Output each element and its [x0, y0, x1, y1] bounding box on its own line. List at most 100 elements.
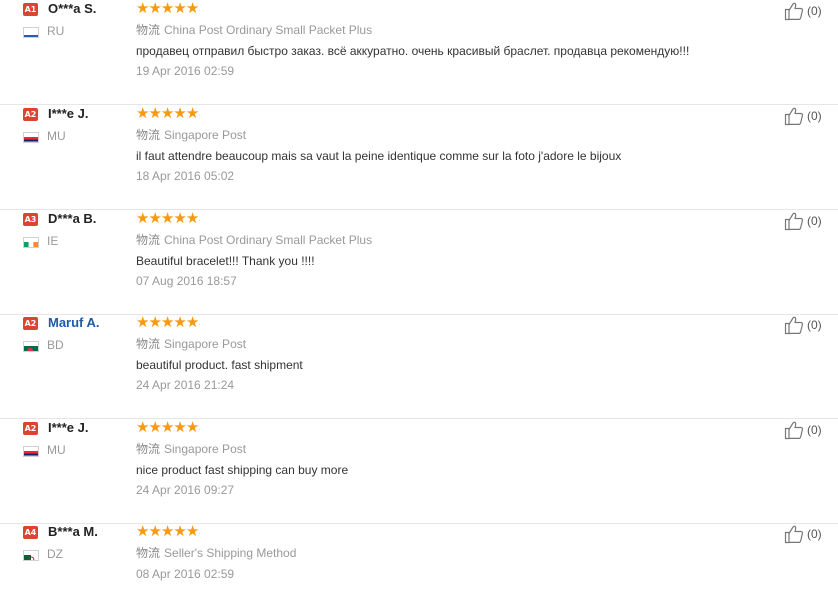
star-icon: ★ [173, 0, 186, 17]
star-icon: ★ [136, 314, 149, 331]
star-icon: ★ [136, 210, 149, 227]
logistics-icon: 物流 [136, 442, 161, 456]
star-icon: ★ [185, 419, 199, 436]
buyer-level-badge: A2 [23, 317, 38, 330]
shipping-method-label: China Post Ordinary Small Packet Plus [164, 23, 373, 37]
shipping-method-label: Singapore Post [164, 128, 247, 142]
country-code: MU [47, 443, 66, 457]
shipping-method: 物流 Seller's Shipping Method [136, 544, 296, 561]
star-icon: ★ [173, 314, 186, 331]
country-code: IE [47, 234, 59, 248]
mu-flag-icon [23, 132, 39, 143]
shipping-method: 物流 China Post Ordinary Small Packet Plus [136, 21, 372, 38]
star-icon: ★ [148, 105, 161, 122]
helpful-button[interactable]: (0) [784, 1, 832, 23]
helpful-button[interactable]: (0) [784, 106, 832, 128]
star-icon: ★ [148, 210, 161, 227]
country-code: RU [47, 24, 65, 38]
star-icon: ★ [185, 210, 199, 227]
star-icon: ★ [148, 419, 161, 436]
dz-flag-icon [23, 550, 39, 561]
helpful-count: (0) [807, 318, 822, 332]
helpful-count: (0) [807, 214, 822, 228]
review-text: nice product fast shipping can buy more [136, 463, 349, 477]
star-icon: ★ [185, 523, 199, 540]
buyer-level-badge: A4 [23, 526, 38, 539]
feedback-list: A1 O***a S. RU ★★★★★· 物流 China Post Ordin… [0, 0, 838, 599]
buyer-name: I***e J. [48, 420, 89, 435]
star-rating: ★★★★★· [136, 210, 202, 227]
star-icon: ★ [173, 210, 186, 227]
review-date: 18 Apr 2016 05:02 [136, 169, 235, 183]
buyer-name: O***a S. [48, 1, 97, 16]
logistics-icon: 物流 [136, 546, 161, 560]
star-icon: ★ [148, 314, 161, 331]
review-date: 08 Apr 2016 02:59 [136, 567, 235, 581]
logistics-icon: 物流 [136, 128, 161, 142]
star-rating: ★★★★★· [136, 105, 202, 122]
buyer-level-badge: A2 [23, 422, 38, 435]
helpful-button[interactable]: (0) [784, 420, 832, 442]
star-icon: ★ [160, 105, 174, 122]
review-date: 24 Apr 2016 21:24 [136, 378, 235, 392]
country-code: DZ [47, 547, 63, 561]
buyer-level-badge: A2 [23, 108, 38, 121]
shipping-method: 物流 Singapore Post [136, 440, 246, 457]
star-icon: ★ [173, 523, 186, 540]
review-date: 07 Aug 2016 18:57 [136, 274, 237, 288]
shipping-method-label: Singapore Post [164, 442, 247, 456]
star-rating: ★★★★★· [136, 314, 202, 331]
helpful-button[interactable]: (0) [784, 315, 832, 337]
buyer-level-badge: A1 [23, 3, 38, 16]
star-icon: ★ [136, 523, 149, 540]
star-icon: ★ [160, 0, 174, 17]
star-icon: ★ [148, 0, 161, 17]
star-icon: ★ [136, 419, 149, 436]
star-icon: ★ [160, 523, 174, 540]
review-text: beautiful product. fast shipment [136, 358, 303, 372]
shipping-method: 物流 Singapore Post [136, 335, 246, 352]
helpful-count: (0) [807, 4, 822, 18]
review-date: 19 Apr 2016 02:59 [136, 64, 235, 78]
review-item: A2 I***e J. MU ★★★★★· 物流 Singapore Post i… [0, 105, 838, 210]
helpful-count: (0) [807, 423, 822, 437]
star-icon: ★ [185, 314, 199, 331]
review-item: A4 B***a M. DZ ★★★★★· 物流 Seller's Shippin… [0, 523, 838, 599]
buyer-name: D***a B. [48, 211, 97, 226]
buyer-name: B***a M. [48, 524, 98, 539]
helpful-button[interactable]: (0) [784, 524, 832, 546]
star-rating: ★★★★★· [136, 419, 202, 436]
star-icon: ★ [160, 419, 174, 436]
review-text: продавец отправил быстро заказ. всё акку… [136, 44, 690, 58]
logistics-icon: 物流 [136, 23, 161, 37]
shipping-method: 物流 Singapore Post [136, 126, 246, 143]
review-item: A1 O***a S. RU ★★★★★· 物流 China Post Ordin… [0, 0, 838, 105]
review-text: Beautiful bracelet!!! Thank you !!!! [136, 254, 315, 268]
star-icon: ★ [160, 210, 174, 227]
review-date: 24 Apr 2016 09:27 [136, 483, 235, 497]
star-icon: ★ [185, 0, 199, 17]
shipping-method-label: Seller's Shipping Method [164, 546, 297, 560]
shipping-method-label: China Post Ordinary Small Packet Plus [164, 233, 373, 247]
review-item: A2 I***e J. MU ★★★★★· 物流 Singapore Post n… [0, 419, 838, 524]
mu-flag-icon [23, 446, 39, 457]
star-icon: ★ [185, 105, 199, 122]
logistics-icon: 物流 [136, 233, 161, 247]
buyer-name: I***e J. [48, 106, 89, 121]
star-icon: ★ [148, 523, 161, 540]
shipping-method: 物流 China Post Ordinary Small Packet Plus [136, 231, 372, 248]
ru-flag-icon [23, 27, 39, 38]
helpful-count: (0) [807, 109, 822, 123]
buyer-name[interactable]: Maruf A. [48, 315, 100, 330]
helpful-button[interactable]: (0) [784, 211, 832, 233]
country-code: MU [47, 129, 66, 143]
review-item: A3 D***a B. IE ★★★★★· 物流 China Post Ordin… [0, 210, 838, 315]
star-icon: ★ [136, 105, 149, 122]
country-code: BD [47, 338, 64, 352]
bd-flag-icon [23, 341, 39, 352]
review-text: il faut attendre beaucoup mais sa vaut l… [136, 149, 622, 163]
ie-flag-icon [23, 237, 39, 248]
shipping-method-label: Singapore Post [164, 337, 247, 351]
star-icon: ★ [173, 419, 186, 436]
star-rating: ★★★★★· [136, 523, 202, 540]
